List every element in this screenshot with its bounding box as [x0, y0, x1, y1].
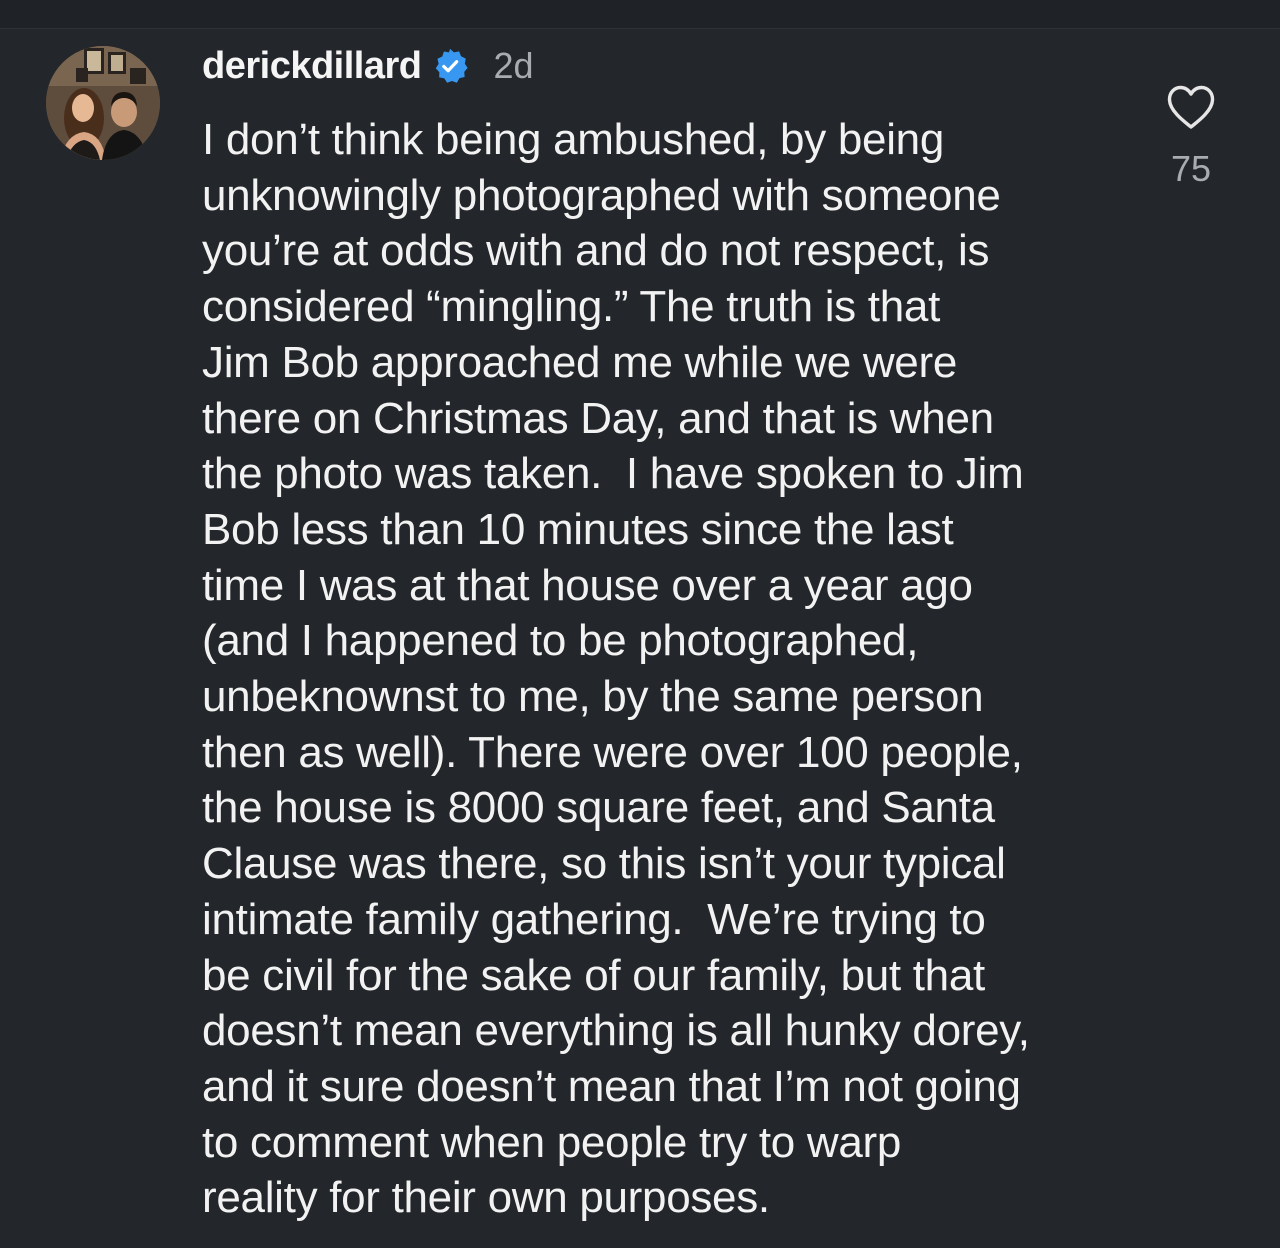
heart-icon[interactable] — [1166, 84, 1216, 130]
avatar[interactable] — [46, 46, 160, 160]
comment-line: Bob less than 10 minutes since the last — [202, 504, 954, 554]
like-control: 75 — [1160, 84, 1222, 190]
comment-line: and it sure doesn’t mean that I’m not go… — [202, 1061, 1021, 1111]
comment-line: Clause was there, so this isn’t your typ… — [202, 839, 1006, 889]
comment-line: to comment when people try to warp — [202, 1117, 902, 1167]
comment-line: unbeknownst to me, by the same person — [202, 672, 984, 722]
comment-line: (and I happened to be photographed, — [202, 616, 919, 666]
top-divider — [0, 0, 1280, 29]
comment-line: time I was at that house over a year ago — [202, 560, 973, 610]
comment-line: unknowingly photographed with someone — [202, 170, 1001, 220]
comment-line: intimate family gathering. We’re trying … — [202, 894, 986, 944]
comment-line: the house is 8000 square feet, and Santa — [202, 783, 995, 833]
verified-badge-icon — [436, 48, 469, 83]
comment-text: I don’t think being ambushed, by being u… — [202, 112, 1132, 1226]
comment-age: 2d — [493, 45, 534, 86]
comment-line: considered “mingling.” The truth is that — [202, 282, 940, 332]
comment-line: then as well). There were over 100 peopl… — [202, 727, 1023, 777]
like-count: 75 — [1170, 148, 1212, 189]
comment-line: Jim Bob approached me while we were — [202, 337, 957, 387]
avatar-image — [46, 46, 160, 160]
username[interactable]: derickdillard — [202, 45, 422, 88]
comment-line: be civil for the sake of our family, but… — [202, 950, 985, 1000]
comment-line: there on Christmas Day, and that is when — [202, 393, 994, 443]
comment-header: derickdillard 2d — [202, 42, 534, 90]
comment: derickdillard 2d I don’t think being amb… — [0, 28, 1280, 1248]
comment-line: reality for their own purposes. — [202, 1173, 770, 1223]
comment-line: you’re at odds with and do not respect, … — [202, 226, 990, 276]
comment-line: I don’t think being ambushed, by being — [202, 115, 945, 164]
comment-line: doesn’t mean everything is all hunky dor… — [202, 1006, 1030, 1056]
comment-line: the photo was taken. I have spoken to Ji… — [202, 449, 1024, 499]
